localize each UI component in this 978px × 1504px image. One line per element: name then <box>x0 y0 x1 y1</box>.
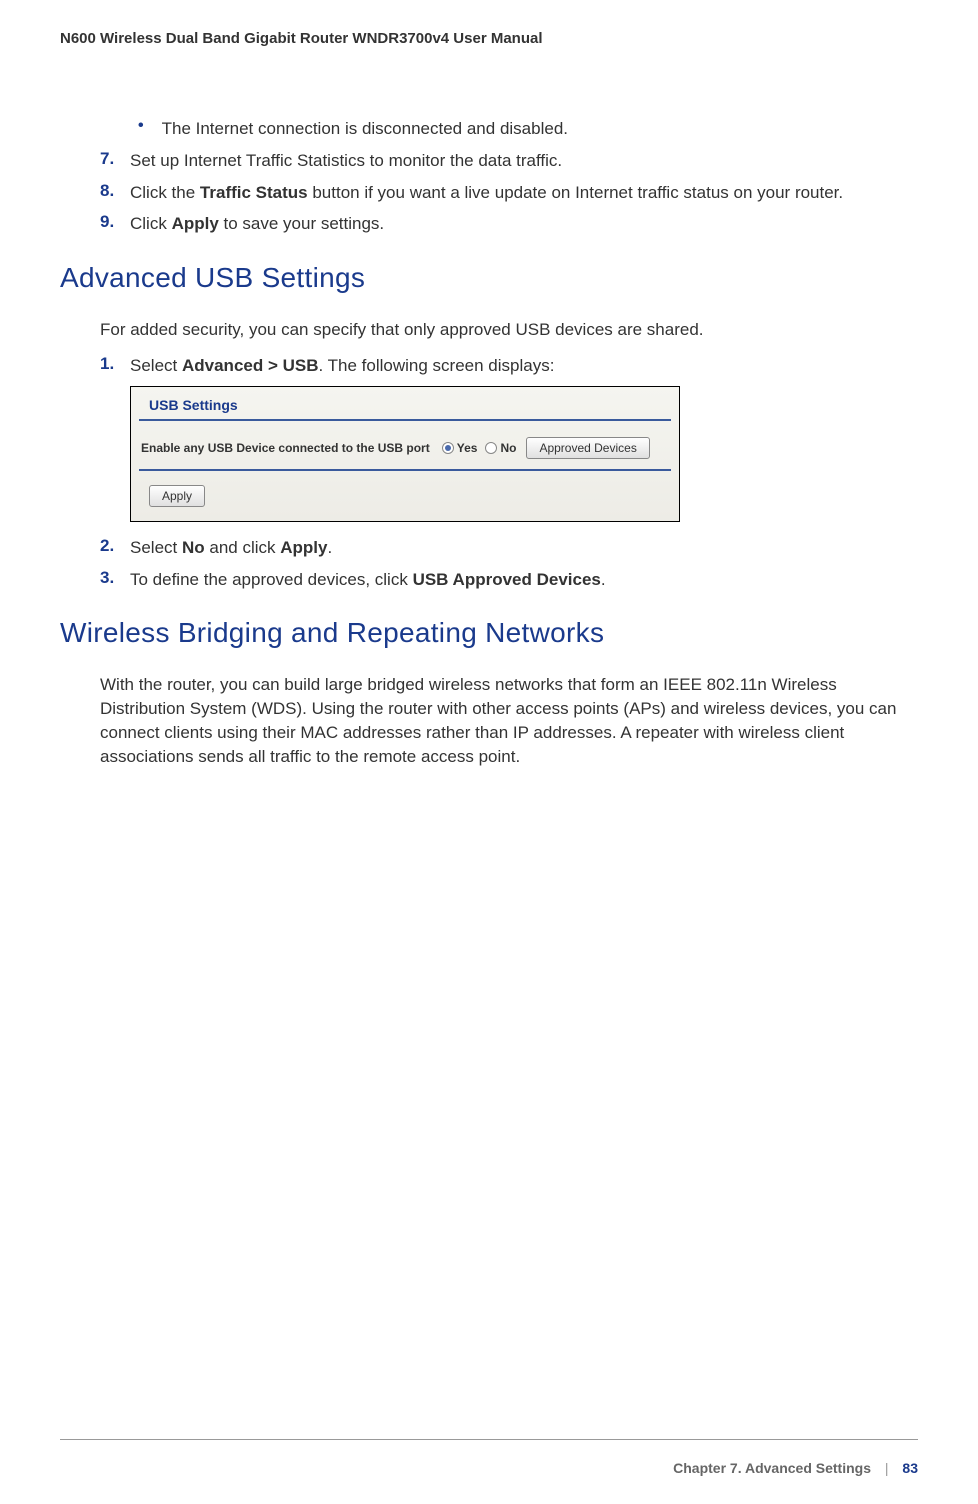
approved-devices-button[interactable]: Approved Devices <box>526 437 649 459</box>
step-text: Select Advanced > USB. The following scr… <box>130 354 554 378</box>
usb-step-2: 2. Select No and click Apply. <box>100 536 898 560</box>
text-fragment: and click <box>205 538 281 557</box>
bold-text: Advanced > USB <box>182 356 319 375</box>
screenshot-apply-row: Apply <box>139 469 671 521</box>
bullet-icon: • <box>138 117 144 141</box>
bullet-text: The Internet connection is disconnected … <box>162 117 568 141</box>
manual-header: N600 Wireless Dual Band Gigabit Router W… <box>60 30 918 47</box>
bold-text: Traffic Status <box>200 183 308 202</box>
text-fragment: button if you want a live update on Inte… <box>308 183 844 202</box>
footer-chapter: Chapter 7. Advanced Settings <box>673 1460 871 1476</box>
text-fragment: to save your settings. <box>219 214 384 233</box>
screenshot-panel: USB Settings Enable any USB Device conne… <box>130 386 680 522</box>
usb-step-3: 3. To define the approved devices, click… <box>100 568 898 592</box>
step-number: 2. <box>100 536 130 560</box>
apply-button[interactable]: Apply <box>149 485 205 507</box>
text-fragment: Select <box>130 356 182 375</box>
page-content: • The Internet connection is disconnecte… <box>100 117 898 769</box>
step-number: 1. <box>100 354 130 378</box>
text-fragment: . <box>601 570 606 589</box>
footer-separator: | <box>885 1460 889 1476</box>
text-fragment: . <box>327 538 332 557</box>
bold-text: No <box>182 538 205 557</box>
step-text: Set up Internet Traffic Statistics to mo… <box>130 149 562 173</box>
step-number: 3. <box>100 568 130 592</box>
step-text: Select No and click Apply. <box>130 536 332 560</box>
bold-text: USB Approved Devices <box>413 570 601 589</box>
usb-step-1: 1. Select Advanced > USB. The following … <box>100 354 898 378</box>
radio-yes[interactable]: Yes <box>442 441 478 455</box>
section-heading-advanced-usb: Advanced USB Settings <box>60 262 898 294</box>
bold-text: Apply <box>280 538 327 557</box>
radio-label: Yes <box>457 441 478 455</box>
step-text: Click the Traffic Status button if you w… <box>130 181 843 205</box>
step-9: 9. Click Apply to save your settings. <box>100 212 898 236</box>
radio-dot-icon <box>485 442 497 454</box>
text-fragment: . The following screen displays: <box>319 356 555 375</box>
step-number: 9. <box>100 212 130 236</box>
screenshot-title: USB Settings <box>139 387 671 421</box>
radio-dot-icon <box>442 442 454 454</box>
step-number: 8. <box>100 181 130 205</box>
step-text: To define the approved devices, click US… <box>130 568 606 592</box>
radio-no[interactable]: No <box>485 441 516 455</box>
step-number: 7. <box>100 149 130 173</box>
paragraph: For added security, you can specify that… <box>100 318 898 342</box>
screenshot-option-row: Enable any USB Device connected to the U… <box>131 421 679 469</box>
bullet-item: • The Internet connection is disconnecte… <box>138 117 898 141</box>
radio-label: No <box>500 441 516 455</box>
text-fragment: Click <box>130 214 172 233</box>
footer-page-number: 83 <box>902 1460 918 1476</box>
paragraph: With the router, you can build large bri… <box>100 673 898 768</box>
option-label: Enable any USB Device connected to the U… <box>141 441 430 455</box>
usb-settings-screenshot: USB Settings Enable any USB Device conne… <box>130 386 898 522</box>
step-text: Click Apply to save your settings. <box>130 212 384 236</box>
text-fragment: Click the <box>130 183 200 202</box>
text-fragment: Select <box>130 538 182 557</box>
bold-text: Apply <box>172 214 219 233</box>
text-fragment: To define the approved devices, click <box>130 570 413 589</box>
page-footer: Chapter 7. Advanced Settings | 83 <box>60 1439 918 1476</box>
step-8: 8. Click the Traffic Status button if yo… <box>100 181 898 205</box>
section-heading-wireless-bridging: Wireless Bridging and Repeating Networks <box>60 617 898 649</box>
step-7: 7. Set up Internet Traffic Statistics to… <box>100 149 898 173</box>
